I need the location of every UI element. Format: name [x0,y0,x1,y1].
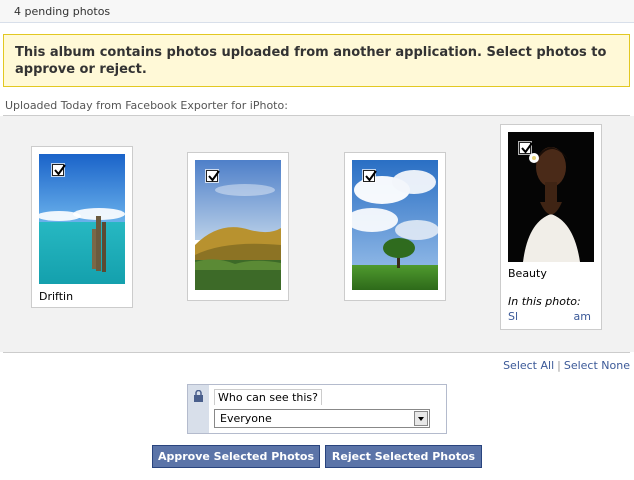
privacy-box: Who can see this? Everyone [187,384,447,434]
tag-name-end: am [573,310,591,323]
photo-card-driftin[interactable]: Driftin [31,146,133,308]
tag-name-start: Sl [508,310,519,323]
photo-checkbox-2[interactable] [206,170,220,182]
photo-card-dunes[interactable] [187,152,289,301]
photo-card-tree[interactable] [344,152,446,301]
photo-checkbox-1[interactable] [52,164,66,176]
photo-card-beauty[interactable]: Beauty In this photo: Sl am [500,124,602,330]
photo-checkbox-4[interactable] [519,142,533,154]
album-notice: This album contains photos uploaded from… [3,34,630,87]
selection-separator: | [557,359,561,372]
top-bar: 4 pending photos [0,0,634,23]
pending-count: 4 pending photos [14,5,111,18]
photo-checkbox-3[interactable] [363,170,377,182]
divider-bottom [3,352,630,353]
select-none-link[interactable]: Select None [564,359,630,372]
in-photo-label: In this photo: [508,295,581,308]
selection-links: Select All | Select None [503,359,630,372]
reject-button[interactable]: Reject Selected Photos [325,445,482,468]
approve-button[interactable]: Approve Selected Photos [152,445,320,468]
privacy-value: Everyone [220,412,272,425]
photo-caption: Beauty [508,267,547,280]
tagged-person-link[interactable]: Sl am [508,310,598,323]
notice-text: This album contains photos uploaded from… [15,45,607,77]
lock-icon [194,390,203,402]
privacy-label: Who can see this? [214,389,323,405]
photo-caption: Driftin [39,290,74,303]
upload-source-label: Uploaded Today from Facebook Exporter fo… [5,99,288,112]
dropdown-arrow-icon[interactable] [414,411,428,426]
privacy-select[interactable]: Everyone [214,409,430,428]
photo-grid: Driftin Beauty In this photo: Sl am [0,116,634,352]
lock-column [188,385,209,433]
select-all-link[interactable]: Select All [503,359,554,372]
